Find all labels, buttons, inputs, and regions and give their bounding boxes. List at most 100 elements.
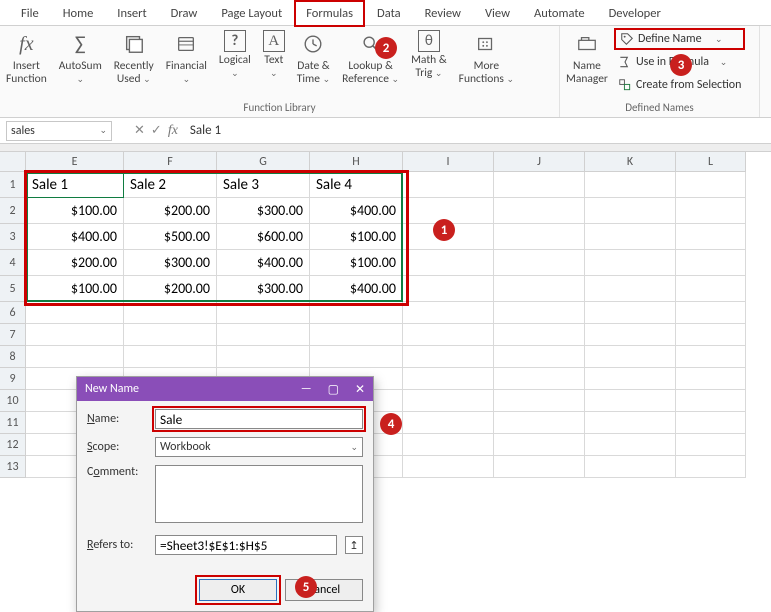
col-header-i[interactable]: I <box>403 152 494 172</box>
comment-textarea[interactable] <box>155 465 363 523</box>
cell[interactable] <box>494 276 585 302</box>
row-header[interactable]: 3 <box>0 224 26 250</box>
cancel-icon[interactable]: ✕ <box>134 123 145 138</box>
cell[interactable] <box>217 346 310 368</box>
cell[interactable] <box>494 390 585 412</box>
refers-to-input[interactable] <box>155 535 337 555</box>
cell[interactable] <box>494 198 585 224</box>
cell[interactable] <box>403 302 494 324</box>
row-header[interactable]: 1 <box>0 172 26 198</box>
cell[interactable] <box>676 198 746 224</box>
cell[interactable] <box>403 390 494 412</box>
cell[interactable] <box>585 198 676 224</box>
cell[interactable] <box>124 346 217 368</box>
col-header-e[interactable]: E <box>26 152 124 172</box>
create-from-selection-button[interactable]: Create from Selection <box>614 74 746 96</box>
cell[interactable] <box>494 302 585 324</box>
col-header-h[interactable]: H <box>310 152 403 172</box>
dialog-titlebar[interactable]: New Name — ▢ ✕ <box>77 377 373 401</box>
cell[interactable]: $600.00 <box>217 224 310 250</box>
cell[interactable] <box>585 224 676 250</box>
cell[interactable] <box>676 434 746 456</box>
close-icon[interactable]: ✕ <box>355 382 365 397</box>
cell[interactable] <box>124 302 217 324</box>
row-header[interactable]: 8 <box>0 346 26 368</box>
cell[interactable] <box>403 324 494 346</box>
formula-input[interactable]: Sale 1 <box>184 123 765 138</box>
cell[interactable] <box>676 456 746 478</box>
cell[interactable]: $100.00 <box>310 250 403 276</box>
cell[interactable]: $400.00 <box>310 276 403 302</box>
cell[interactable] <box>403 412 494 434</box>
cell[interactable] <box>494 456 585 478</box>
cell[interactable] <box>676 224 746 250</box>
row-header[interactable]: 11 <box>0 412 26 434</box>
cell[interactable] <box>403 346 494 368</box>
financial-button[interactable]: Financial⌄ <box>160 26 213 87</box>
name-box[interactable]: sales⌄ <box>6 121 112 141</box>
recently-used-button[interactable]: Recently Used ⌄ <box>108 26 160 87</box>
cell[interactable]: Sale 3 <box>217 172 310 198</box>
col-header-j[interactable]: J <box>494 152 585 172</box>
cell[interactable] <box>585 412 676 434</box>
cell[interactable] <box>403 172 494 198</box>
row-header[interactable]: 9 <box>0 368 26 390</box>
insert-function-button[interactable]: fx Insert Function <box>0 26 53 87</box>
row-header[interactable]: 6 <box>0 302 26 324</box>
more-functions-button[interactable]: More Functions ⌄ <box>453 26 520 87</box>
col-header-f[interactable]: F <box>124 152 217 172</box>
lookup-reference-button[interactable]: Lookup & Reference ⌄ <box>336 26 405 87</box>
row-header[interactable]: 2 <box>0 198 26 224</box>
cell[interactable]: $100.00 <box>26 198 124 224</box>
col-header-l[interactable]: L <box>676 152 746 172</box>
cell[interactable] <box>310 324 403 346</box>
cell[interactable]: $400.00 <box>26 224 124 250</box>
cell[interactable] <box>403 434 494 456</box>
ok-button[interactable]: OK <box>199 579 277 601</box>
cell[interactable] <box>494 412 585 434</box>
cell[interactable] <box>494 434 585 456</box>
tab-file[interactable]: File <box>10 1 50 25</box>
cell[interactable] <box>676 412 746 434</box>
cell[interactable] <box>585 250 676 276</box>
col-header-k[interactable]: K <box>585 152 676 172</box>
logical-button[interactable]: ? Logical⌄ <box>213 26 257 81</box>
cell[interactable] <box>676 302 746 324</box>
cell[interactable] <box>310 302 403 324</box>
cell[interactable] <box>585 302 676 324</box>
cell[interactable] <box>585 434 676 456</box>
cell[interactable] <box>585 346 676 368</box>
maximize-icon[interactable]: ▢ <box>328 382 339 397</box>
tab-formulas[interactable]: Formulas <box>295 1 364 26</box>
cell[interactable]: $400.00 <box>217 250 310 276</box>
tab-draw[interactable]: Draw <box>160 1 209 25</box>
cell[interactable] <box>26 346 124 368</box>
tab-review[interactable]: Review <box>414 1 472 25</box>
cell[interactable] <box>585 368 676 390</box>
cell[interactable] <box>676 368 746 390</box>
tab-insert[interactable]: Insert <box>106 1 157 25</box>
cell[interactable]: $400.00 <box>310 198 403 224</box>
cell[interactable] <box>403 250 494 276</box>
minimize-icon[interactable]: — <box>301 382 312 397</box>
cell[interactable] <box>494 250 585 276</box>
collapse-dialog-icon[interactable]: ↥ <box>345 536 363 554</box>
cell[interactable]: $300.00 <box>217 198 310 224</box>
cell[interactable] <box>310 346 403 368</box>
cell[interactable] <box>676 250 746 276</box>
define-name-button[interactable]: Define Name ⌄ <box>614 28 746 50</box>
cell[interactable] <box>494 346 585 368</box>
cell[interactable]: Sale 4 <box>310 172 403 198</box>
tab-automate[interactable]: Automate <box>523 1 596 25</box>
cell[interactable] <box>585 390 676 412</box>
cell[interactable]: $200.00 <box>124 198 217 224</box>
row-header[interactable]: 5 <box>0 276 26 302</box>
cell[interactable]: $200.00 <box>124 276 217 302</box>
tab-page-layout[interactable]: Page Layout <box>210 1 293 25</box>
cell[interactable]: $300.00 <box>124 250 217 276</box>
cell[interactable] <box>403 368 494 390</box>
enter-icon[interactable]: ✓ <box>151 123 162 138</box>
cell[interactable] <box>676 276 746 302</box>
cell[interactable] <box>676 324 746 346</box>
cell[interactable]: $200.00 <box>26 250 124 276</box>
